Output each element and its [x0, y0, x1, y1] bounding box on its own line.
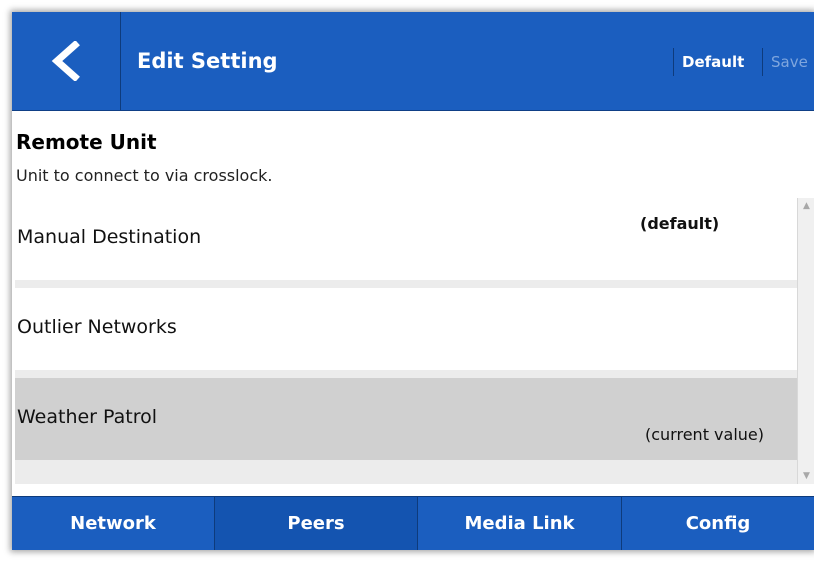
chevron-left-icon	[51, 41, 80, 81]
default-button[interactable]: Default	[673, 48, 744, 76]
scroll-up-icon[interactable]: ▲	[798, 198, 814, 214]
option-label: Manual Destination	[17, 226, 202, 248]
tab-config[interactable]: Config	[622, 497, 814, 550]
page-title: Edit Setting	[137, 49, 278, 73]
option-list: Manual Destination (default) Outlier Net…	[15, 198, 797, 484]
setting-description: Unit to connect to via crosslock.	[16, 166, 273, 185]
option-label: Outlier Networks	[17, 316, 177, 338]
tab-peers[interactable]: Peers	[214, 497, 418, 550]
current-value-badge: (current value)	[645, 425, 764, 444]
option-label: Weather Patrol	[17, 406, 158, 428]
header-bar: Edit Setting Default Save	[12, 12, 814, 111]
option-manual-destination[interactable]: Manual Destination (default)	[15, 198, 797, 280]
option-outlier-networks[interactable]: Outlier Networks	[15, 288, 797, 370]
default-badge: (default)	[640, 214, 720, 233]
save-button[interactable]: Save	[762, 48, 808, 76]
back-button[interactable]	[12, 12, 121, 110]
setting-name: Remote Unit	[16, 130, 157, 154]
tab-network[interactable]: Network	[12, 497, 214, 550]
tab-media-link[interactable]: Media Link	[418, 497, 622, 550]
option-weather-patrol[interactable]: Weather Patrol (current value)	[15, 378, 797, 460]
scroll-down-icon[interactable]: ▼	[798, 468, 814, 484]
list-scrollbar[interactable]: ▲ ▼	[797, 198, 814, 484]
bottom-nav: Network Peers Media Link Config	[12, 496, 814, 550]
app-window: Edit Setting Default Save Remote Unit Un…	[12, 12, 814, 550]
